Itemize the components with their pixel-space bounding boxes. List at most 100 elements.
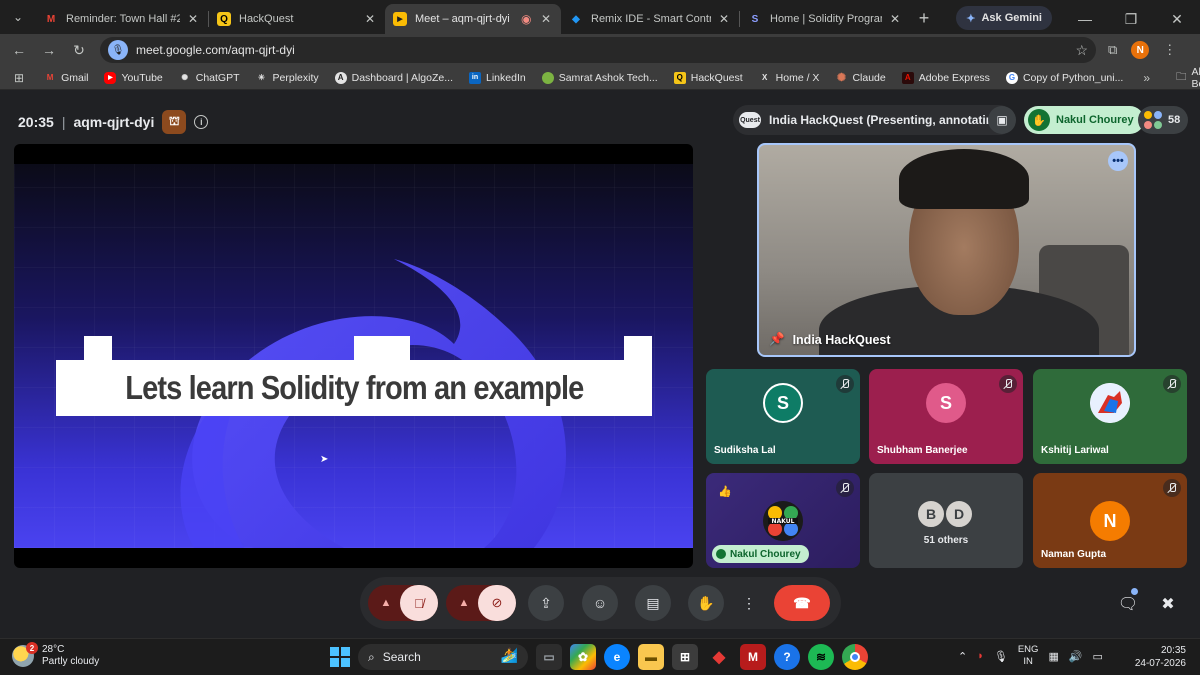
url-text[interactable]: meet.google.com/aqm-qjrt-dyi xyxy=(136,43,1067,57)
profile-avatar[interactable]: N xyxy=(1131,41,1150,59)
participants-avatars-icon xyxy=(1144,111,1162,129)
bookmark-linkedin[interactable]: in LinkedIn xyxy=(463,71,532,84)
back-arrow-icon[interactable]: ← xyxy=(4,42,34,58)
chat-icon[interactable]: 🗨 xyxy=(1114,590,1142,618)
stop-presenting-view-icon[interactable]: ▣ xyxy=(988,106,1016,134)
task-view-icon[interactable]: ▭ xyxy=(536,644,562,670)
bookmark-x[interactable]: X Home / X xyxy=(753,72,826,84)
mic-off-icon[interactable]: 🎙̸ xyxy=(400,585,438,621)
apps-grid-icon[interactable]: ⊞ xyxy=(8,71,30,85)
tab-search-chevron-icon[interactable]: ⌄ xyxy=(4,3,32,31)
participant-tile[interactable]: Kshitij Lariwal xyxy=(1033,369,1187,464)
bookmark-algozenith[interactable]: A Dashboard | AlgoZe... xyxy=(329,71,459,84)
camera-options-chevron-up-icon[interactable]: ▲ xyxy=(454,593,474,613)
copilot-icon[interactable]: ✿ xyxy=(570,644,596,670)
battery-icon[interactable]: ▭ xyxy=(1093,650,1103,663)
weather-widget[interactable]: 2 28°C Partly cloudy xyxy=(12,642,99,668)
participant-tile[interactable]: N Naman Gupta xyxy=(1033,473,1187,568)
reload-icon[interactable]: ↻ xyxy=(64,42,94,59)
bookmark-hackquest[interactable]: Q HackQuest xyxy=(668,71,749,84)
microsoft-store-icon[interactable]: ⊞ xyxy=(672,644,698,670)
captions-icon[interactable]: ▤ xyxy=(635,585,671,621)
extensions-puzzle-icon[interactable]: ⧉ xyxy=(1108,42,1117,58)
edge-icon[interactable]: e xyxy=(604,644,630,670)
network-icon[interactable]: ▦ xyxy=(1048,650,1058,663)
close-icon[interactable]: ✕ xyxy=(719,12,731,26)
activities-tools-icon[interactable]: ✖ xyxy=(1154,590,1182,618)
presenter-chip[interactable]: Quest India HackQuest (Presenting, annot… xyxy=(733,105,1015,135)
weather-temp: 28°C xyxy=(42,644,65,655)
browser-menu-icon[interactable]: ⋮ xyxy=(1163,42,1176,58)
presenter-video-tile[interactable]: ••• 📌 India HackQuest xyxy=(757,143,1136,357)
tab-gmail[interactable]: M Reminder: Town Hall #2 Starts ✕ xyxy=(36,4,208,34)
close-icon[interactable]: ✕ xyxy=(188,12,200,26)
close-icon[interactable]: ✕ xyxy=(541,12,553,26)
bookmark-star-icon[interactable]: ☆ xyxy=(1075,42,1088,59)
more-options-vertical-icon[interactable]: ⋮ xyxy=(734,585,764,621)
restore-icon[interactable]: ❐ xyxy=(1108,11,1154,28)
mic-options-chevron-up-icon[interactable]: ▲ xyxy=(376,593,396,613)
spotify-icon[interactable]: ≋ xyxy=(808,644,834,670)
leave-call-phone-icon[interactable]: ☎ xyxy=(774,585,830,621)
new-tab-plus-icon[interactable]: + xyxy=(910,4,938,32)
emoji-reaction-icon[interactable]: ☺ xyxy=(582,585,618,621)
tab-meet[interactable]: ▶ Meet – aqm-qjrt-dyi ◉ ✕ xyxy=(385,4,561,34)
raise-hand-icon[interactable]: ✋ xyxy=(688,585,724,621)
bookmark-claude[interactable]: ✺ Claude xyxy=(829,72,891,85)
tab-solidity[interactable]: S Home | Solidity Programming ✕ xyxy=(740,4,910,34)
mcafee-icon[interactable]: M xyxy=(740,644,766,670)
mcafee-tray-icon[interactable]: ◗ xyxy=(977,650,984,662)
volume-icon[interactable]: 🔊 xyxy=(1069,650,1083,663)
bookmark-perplexity[interactable]: ✳ Perplexity xyxy=(250,72,325,84)
site-info-mic-icon[interactable]: 🎙 xyxy=(108,40,128,60)
raised-hand-icon xyxy=(716,549,726,559)
participant-tile[interactable]: S Shubham Banerjee xyxy=(869,369,1023,464)
file-explorer-icon[interactable]: ▬ xyxy=(638,644,664,670)
bookmark-adobe-express[interactable]: A Adobe Express xyxy=(896,71,996,84)
tab-title: HackQuest xyxy=(239,13,294,25)
info-icon[interactable]: i xyxy=(194,115,209,129)
lang-bottom: IN xyxy=(1023,656,1033,667)
chrome-icon[interactable] xyxy=(842,644,868,670)
bookmark-gmail[interactable]: M Gmail xyxy=(38,72,94,84)
host-controls-icon[interactable]: ⛫ xyxy=(162,110,187,134)
others-tile[interactable]: B D 51 others xyxy=(869,473,1023,568)
participants-button[interactable]: 58 xyxy=(1138,106,1189,134)
all-bookmarks-button[interactable]: 🗀 All Bookmarks xyxy=(1176,66,1200,90)
close-icon[interactable]: ✕ xyxy=(890,12,902,26)
camera-off-icon[interactable]: ⊘ xyxy=(478,585,516,621)
bookmark-samrat-ashok[interactable]: Samrat Ashok Tech... xyxy=(536,71,664,84)
google-icon: G xyxy=(1005,71,1018,84)
forward-arrow-icon[interactable]: → xyxy=(34,42,64,58)
help-icon[interactable]: ? xyxy=(774,644,800,670)
close-icon[interactable]: ✕ xyxy=(365,12,377,26)
tab-remix[interactable]: ◆ Remix IDE - Smart Contract De ✕ xyxy=(561,4,739,34)
ask-gemini-button[interactable]: ✦ Ask Gemini xyxy=(956,6,1052,30)
raised-hand-chip[interactable]: ✋ Nakul Chourey xyxy=(1024,106,1144,134)
system-clock[interactable]: 20:35 24-07-2026 xyxy=(1135,644,1186,670)
anydesk-icon[interactable]: ◆ xyxy=(706,644,732,670)
window-controls: — ❐ ✕ xyxy=(1062,11,1200,28)
more-options-icon[interactable]: ••• xyxy=(1108,151,1128,171)
minimize-icon[interactable]: — xyxy=(1062,11,1108,28)
college-logo-icon xyxy=(541,71,554,84)
bookmark-label: Home / X xyxy=(775,71,820,84)
taskbar-search[interactable]: ⌕ Search 🏄 xyxy=(358,644,528,670)
address-bar[interactable]: 🎙 meet.google.com/aqm-qjrt-dyi ☆ xyxy=(100,37,1096,63)
more-bookmarks-chevron-icon[interactable]: » xyxy=(1133,71,1160,85)
participant-tile[interactable]: S Sudiksha Lal xyxy=(706,369,860,464)
bookmark-chatgpt[interactable]: ✺ ChatGPT xyxy=(173,72,246,84)
windows-start-icon[interactable] xyxy=(330,647,350,667)
bookmark-python-copy[interactable]: G Copy of Python_uni... xyxy=(1000,71,1129,84)
language-indicator[interactable]: ENG IN xyxy=(1018,644,1039,668)
weather-desc: Partly cloudy xyxy=(42,656,100,667)
bookmark-youtube[interactable]: ▶ YouTube xyxy=(98,71,168,84)
weather-text: 28°C Partly cloudy xyxy=(42,644,99,668)
microphone-tray-icon[interactable]: 🎙 xyxy=(994,650,1008,663)
window-close-icon[interactable]: ✕ xyxy=(1154,11,1200,28)
pin-icon[interactable]: 📌 xyxy=(769,332,785,347)
participant-tile[interactable]: 👍 NAKUL Nakul Chourey xyxy=(706,473,860,568)
tab-hackquest[interactable]: Q HackQuest ✕ xyxy=(209,4,385,34)
show-hidden-icons-chevron-icon[interactable]: ⌃ xyxy=(958,650,967,663)
present-screen-icon[interactable]: ⇪ xyxy=(528,585,564,621)
